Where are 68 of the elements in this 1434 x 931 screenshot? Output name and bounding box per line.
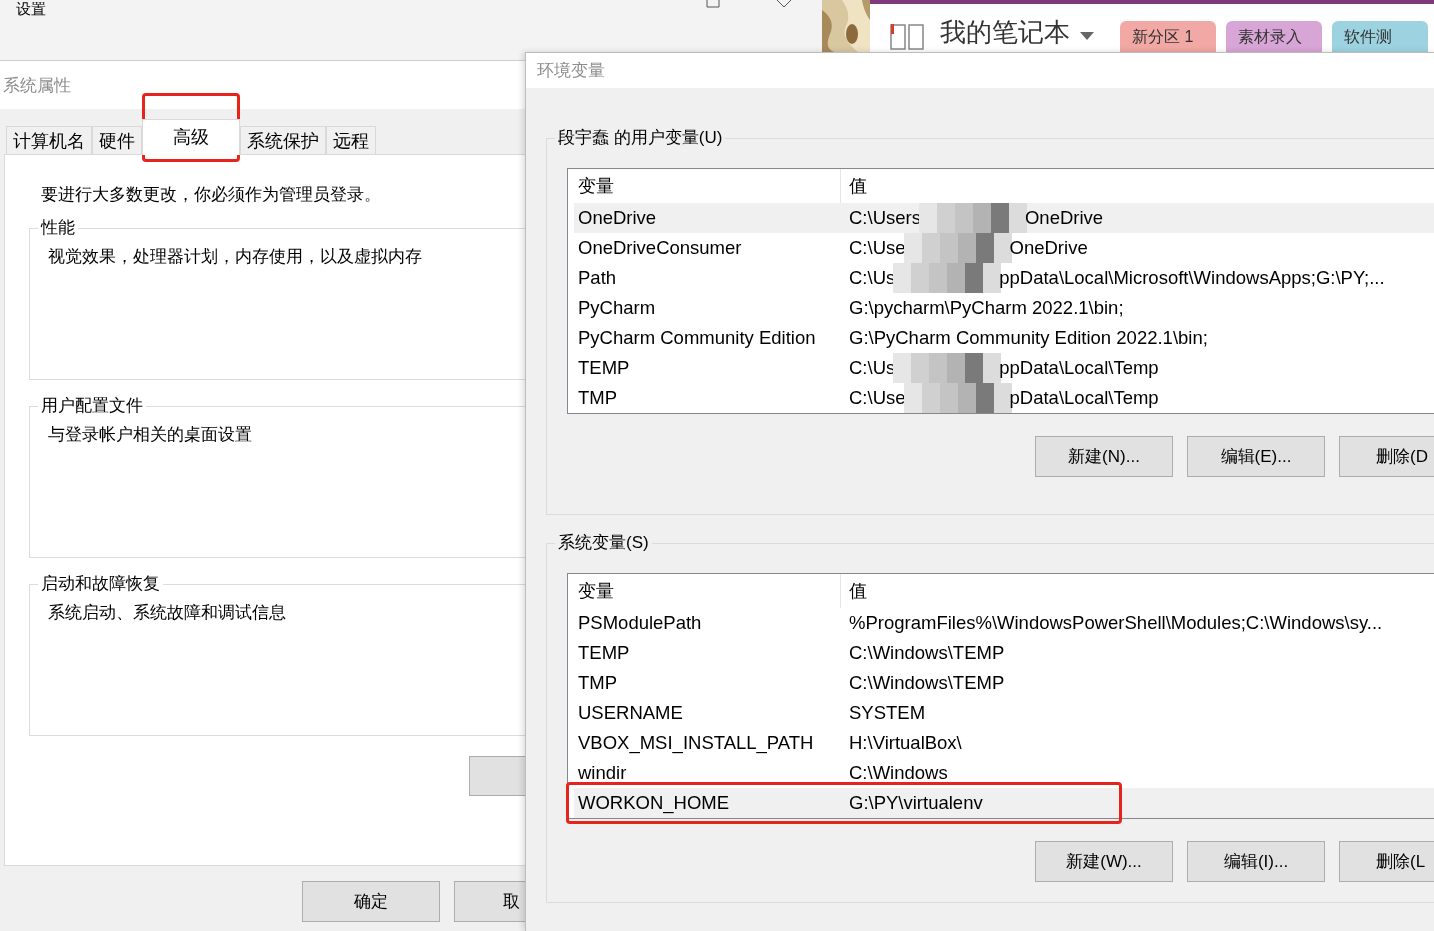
delete-button[interactable]: 删除(D — [1339, 436, 1434, 477]
variable-name: PyCharm — [577, 297, 657, 319]
variable-name: TMP — [577, 387, 619, 409]
variable-value: %ProgramFiles%\WindowsPowerShell\Modules;C:\Windows\sy... — [849, 612, 1383, 634]
column-header[interactable]: 变量 — [574, 169, 840, 203]
notice-text: 要进行大多数更改，你必须作为管理员登录。 — [41, 184, 382, 206]
variable-value: H:\VirtualBox\ — [849, 732, 962, 754]
variable-value: C:\Us — [849, 357, 896, 379]
delete-button[interactable]: 删除(L — [1339, 841, 1434, 882]
tab[interactable]: 硬件 — [92, 126, 142, 154]
tab[interactable]: 高级 — [142, 119, 240, 155]
edit-button[interactable]: 编辑(I)... — [1187, 841, 1325, 882]
window-title: 系统属性 — [3, 74, 71, 97]
variable-name: TEMP — [577, 642, 631, 664]
variable-value: C:\Windows\TEMP — [849, 672, 1005, 694]
variable-value: pData\Local\Temp — [1009, 387, 1159, 409]
section-tab[interactable]: 素材录入 — [1226, 21, 1322, 52]
section-tab[interactable]: 新分区 1 — [1120, 21, 1216, 52]
group-title: 启动和故障恢复 — [38, 573, 163, 595]
group-title: 系统变量(S) — [555, 532, 652, 554]
variable-value: OneDrive — [1024, 207, 1104, 229]
variable-value: OneDrive — [1009, 237, 1088, 259]
variable-value: SYSTEM — [849, 702, 926, 724]
variable-name: VBOX_MSI_INSTALL_PATH — [577, 732, 815, 754]
tab[interactable]: 计算机名 — [6, 126, 92, 154]
variable-value: C:\Use — [849, 387, 906, 409]
variable-value: ppData\Local\Temp — [999, 357, 1159, 379]
variable-value: C:\Windows\TEMP — [849, 642, 1005, 664]
variable-value: C:\Us — [849, 267, 896, 289]
new-button[interactable]: 新建(N)... — [1035, 436, 1173, 477]
group-title: 段宇蠢 的用户变量(U) — [555, 127, 726, 149]
variable-name: OneDriveConsumer — [577, 237, 743, 259]
column-header[interactable]: 变量 — [574, 574, 840, 608]
variable-name: windir — [577, 762, 628, 784]
tab[interactable]: 远程 — [326, 126, 376, 154]
ok-button[interactable]: 确定 — [302, 881, 440, 922]
variable-name: TEMP — [577, 357, 631, 379]
variable-name: PSModulePath — [577, 612, 703, 634]
variable-name: OneDrive — [577, 207, 658, 229]
variable-value: G:\pycharm\PyCharm 2022.1\bin; — [849, 297, 1124, 319]
window-title: 设置 — [16, 0, 46, 18]
tab[interactable]: 系统保护 — [240, 126, 326, 154]
variable-name: TMP — [577, 672, 619, 694]
variable-row[interactable]: WORKON_HOME G:\PY\virtualenv — [574, 788, 1434, 818]
variable-row[interactable]: OneDrive C:\Users OneDrive — [574, 203, 1434, 233]
variable-value: C:\Use — [849, 237, 906, 259]
group-title: 用户配置文件 — [38, 395, 146, 417]
variable-value: G:\PyCharm Community Edition 2022.1\bin; — [849, 327, 1208, 349]
variable-name: Path — [577, 267, 618, 289]
group-description: 与登录帐户相关的桌面设置 — [48, 425, 252, 444]
notebook-title[interactable]: 我的笔记本 — [940, 12, 1070, 52]
edit-button[interactable]: 编辑(E)... — [1187, 436, 1325, 477]
variable-value: C:\Users — [849, 207, 921, 229]
variable-value: C:\Windows — [849, 762, 948, 784]
close-icon[interactable] — [776, 0, 792, 8]
variable-value: G:\PY\virtualenv — [849, 792, 983, 814]
group-title: 性能 — [38, 217, 78, 239]
group-description: 系统启动、系统故障和调试信息 — [48, 603, 286, 622]
variable-value: ppData\Local\Microsoft\WindowsApps;G:\PY;... — [999, 267, 1385, 289]
new-button[interactable]: 新建(W)... — [1035, 841, 1173, 882]
section-tab[interactable]: 软件测 — [1332, 21, 1428, 52]
window-title: 环境变量 — [537, 60, 605, 82]
variable-name: USERNAME — [577, 702, 684, 724]
cancel-button[interactable]: 取 — [454, 881, 525, 922]
dropdown-caret-icon[interactable] — [1080, 32, 1094, 40]
variable-name: WORKON_HOME — [577, 792, 731, 814]
group-description: 视觉效果，处理器计划，内存使用，以及虚拟内存 — [48, 247, 422, 266]
variable-name: PyCharm Community Edition — [577, 327, 817, 349]
